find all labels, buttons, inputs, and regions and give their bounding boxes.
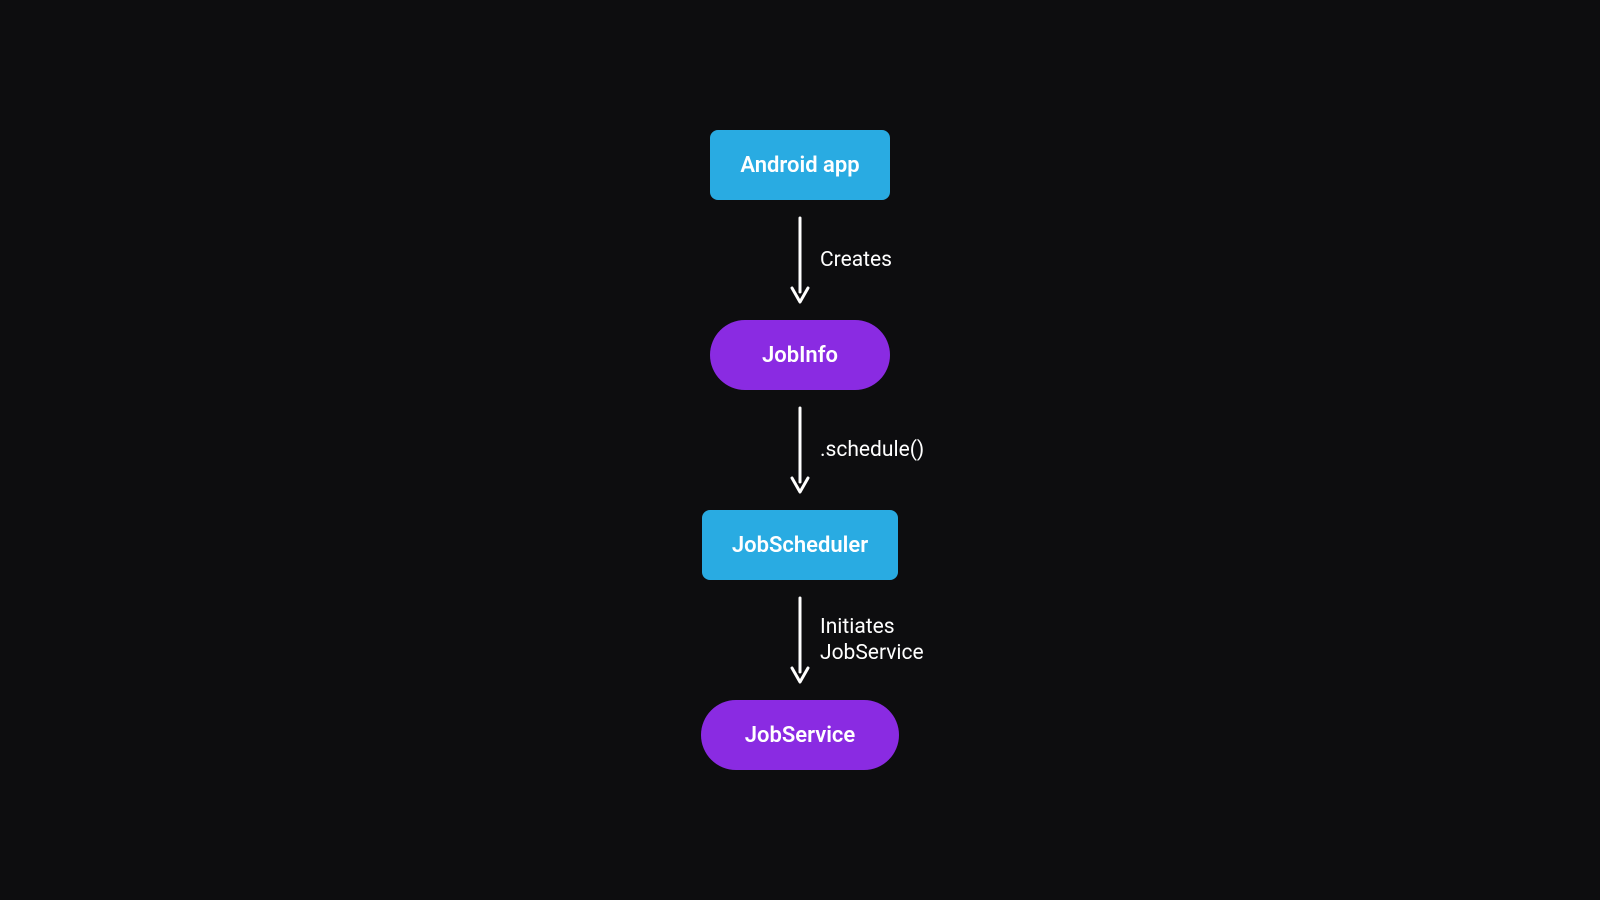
node-jobservice: JobService bbox=[701, 700, 900, 770]
arrow-label: Initiates JobService bbox=[820, 614, 950, 667]
node-label: Android app bbox=[740, 153, 859, 178]
arrow-creates: Creates bbox=[788, 200, 812, 320]
node-android-app: Android app bbox=[710, 130, 890, 200]
arrow-down-icon bbox=[788, 214, 812, 306]
arrow-schedule: .schedule() bbox=[788, 390, 812, 510]
node-label: JobScheduler bbox=[732, 533, 868, 558]
node-label: JobService bbox=[745, 723, 856, 748]
arrow-label: .schedule() bbox=[820, 437, 924, 463]
jobscheduler-flow-diagram: Android app Creates JobInfo .schedule() … bbox=[701, 130, 900, 770]
arrow-label-line: Initiates bbox=[820, 615, 895, 639]
node-jobinfo: JobInfo bbox=[710, 320, 890, 390]
arrow-down-icon bbox=[788, 594, 812, 686]
node-label: JobInfo bbox=[762, 343, 838, 368]
arrow-label: Creates bbox=[820, 247, 892, 273]
arrow-initiates: Initiates JobService bbox=[788, 580, 812, 700]
node-jobscheduler: JobScheduler bbox=[702, 510, 898, 580]
arrow-label-line: JobService bbox=[820, 641, 924, 665]
arrow-down-icon bbox=[788, 404, 812, 496]
